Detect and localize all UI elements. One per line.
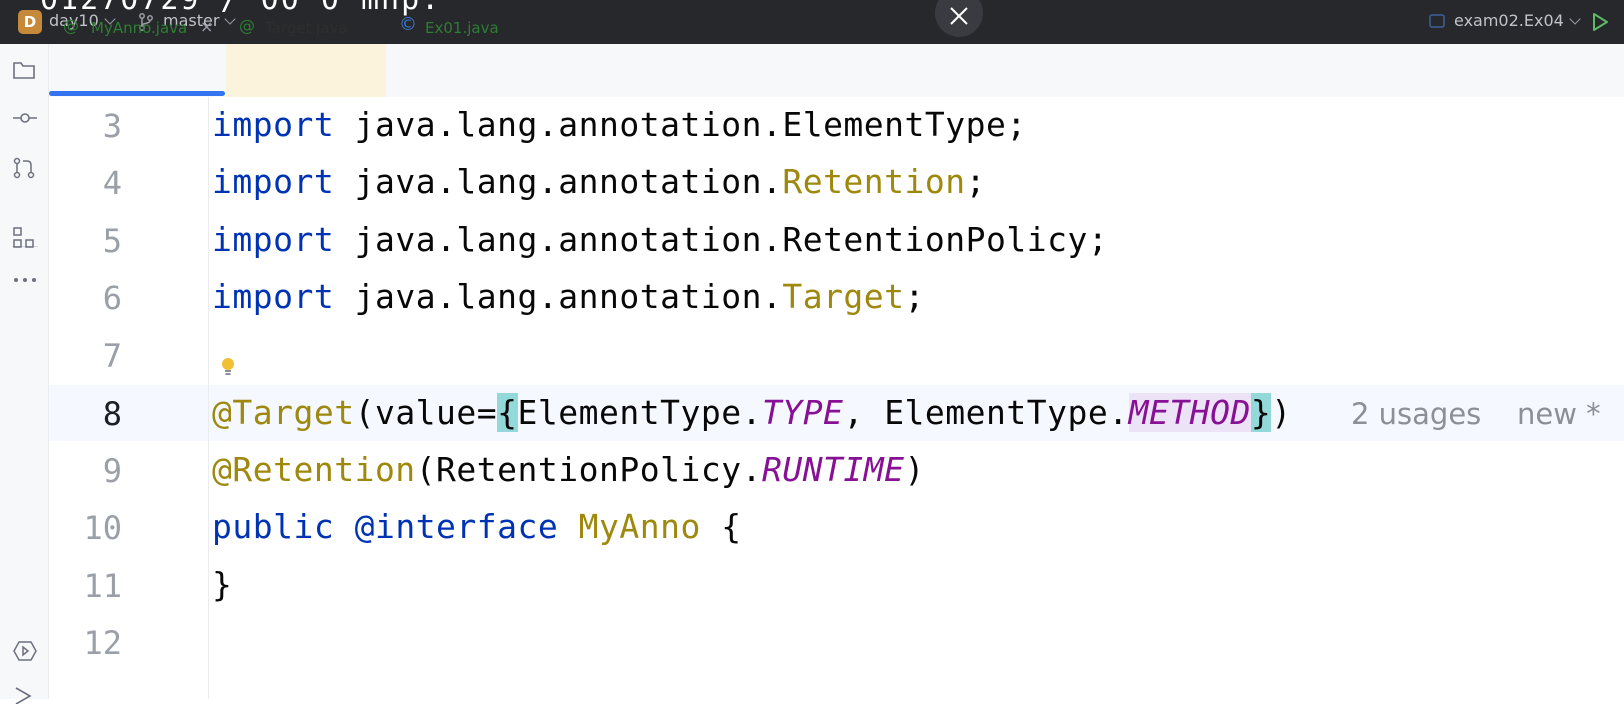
- chevron-down-icon: [224, 13, 237, 25]
- code-text: import java.lang.annotation.ElementType;: [212, 105, 1027, 144]
- run-config-name: exam02.Ex04: [1454, 11, 1564, 30]
- code-text: import java.lang.annotation.RetentionPol…: [212, 220, 1109, 259]
- run-icon[interactable]: [1591, 12, 1609, 32]
- tab-label: MyAnno.java: [91, 19, 188, 37]
- line-number: 11: [83, 567, 122, 605]
- code-text: public @interface MyAnno {: [212, 507, 742, 546]
- tool-window-strip: [0, 44, 49, 704]
- folder-icon[interactable]: [12, 59, 36, 81]
- code-text: import java.lang.annotation.Target;: [212, 277, 925, 316]
- tab-myanno-java[interactable]: @ MyAnno.java ×: [63, 0, 223, 53]
- code-line: 5 import java.lang.annotation.RetentionP…: [49, 212, 1624, 269]
- project-badge[interactable]: D: [18, 10, 42, 34]
- line-number: 10: [83, 509, 122, 547]
- code-text: @Target(value={ElementType.TYPE, Element…: [212, 393, 1292, 432]
- close-icon: [950, 7, 968, 25]
- tab-ex01-java[interactable]: © Ex01.java: [399, 0, 539, 53]
- author-inlay[interactable]: new *: [1517, 397, 1601, 431]
- run-config-icon: [1429, 14, 1445, 28]
- annotation-type-icon: @: [239, 16, 255, 35]
- code-line: 11 }: [49, 557, 1624, 614]
- code-line: 7: [49, 327, 1624, 384]
- line-number: 3: [102, 107, 122, 145]
- line-number: 4: [102, 164, 122, 202]
- intention-bulb-icon[interactable]: [220, 356, 236, 378]
- code-text: @Retention(RetentionPolicy.RUNTIME): [212, 450, 925, 489]
- close-tab-icon[interactable]: ×: [200, 17, 213, 36]
- line-number: 9: [102, 452, 122, 490]
- code-line: 4 import java.lang.annotation.Retention;: [49, 154, 1624, 211]
- usages-inlay[interactable]: 2 usages: [1351, 397, 1481, 431]
- code-text: import java.lang.annotation.Retention;: [212, 162, 987, 201]
- code-text: }: [212, 565, 233, 604]
- code-line: 10 public @interface MyAnno {: [49, 499, 1624, 556]
- pull-requests-icon[interactable]: [12, 156, 36, 180]
- active-tab-indicator: [49, 91, 225, 96]
- code-line-current: 8 @Target(value={ElementType.TYPE, Eleme…: [49, 385, 1624, 442]
- tab-label: Target.java: [265, 19, 348, 37]
- commit-icon[interactable]: [12, 110, 38, 126]
- code-line: 9 @Retention(RetentionPolicy.RUNTIME): [49, 442, 1624, 499]
- line-number: 7: [102, 337, 122, 375]
- code-line: 3 import java.lang.annotation.ElementTyp…: [49, 97, 1624, 154]
- tab-target-java[interactable]: @ Target.java: [239, 0, 379, 53]
- code-line: 6 import java.lang.annotation.Target;: [49, 269, 1624, 326]
- run-config-selector[interactable]: exam02.Ex04: [1454, 11, 1581, 30]
- class-icon: ©: [399, 14, 417, 35]
- line-number: 6: [102, 279, 122, 317]
- line-number: 8: [102, 395, 122, 433]
- tab-label: Ex01.java: [425, 19, 499, 37]
- chevron-down-icon: [1569, 13, 1581, 25]
- line-number: 5: [102, 222, 122, 260]
- code-line: 12: [49, 614, 1624, 671]
- annotation-type-icon: @: [63, 16, 79, 35]
- run-tool-icon[interactable]: [12, 684, 34, 704]
- structure-icon[interactable]: [12, 226, 36, 250]
- more-tools-icon[interactable]: [12, 276, 38, 284]
- line-number: 12: [83, 624, 122, 662]
- services-icon[interactable]: [12, 639, 38, 663]
- close-button[interactable]: [935, 0, 983, 37]
